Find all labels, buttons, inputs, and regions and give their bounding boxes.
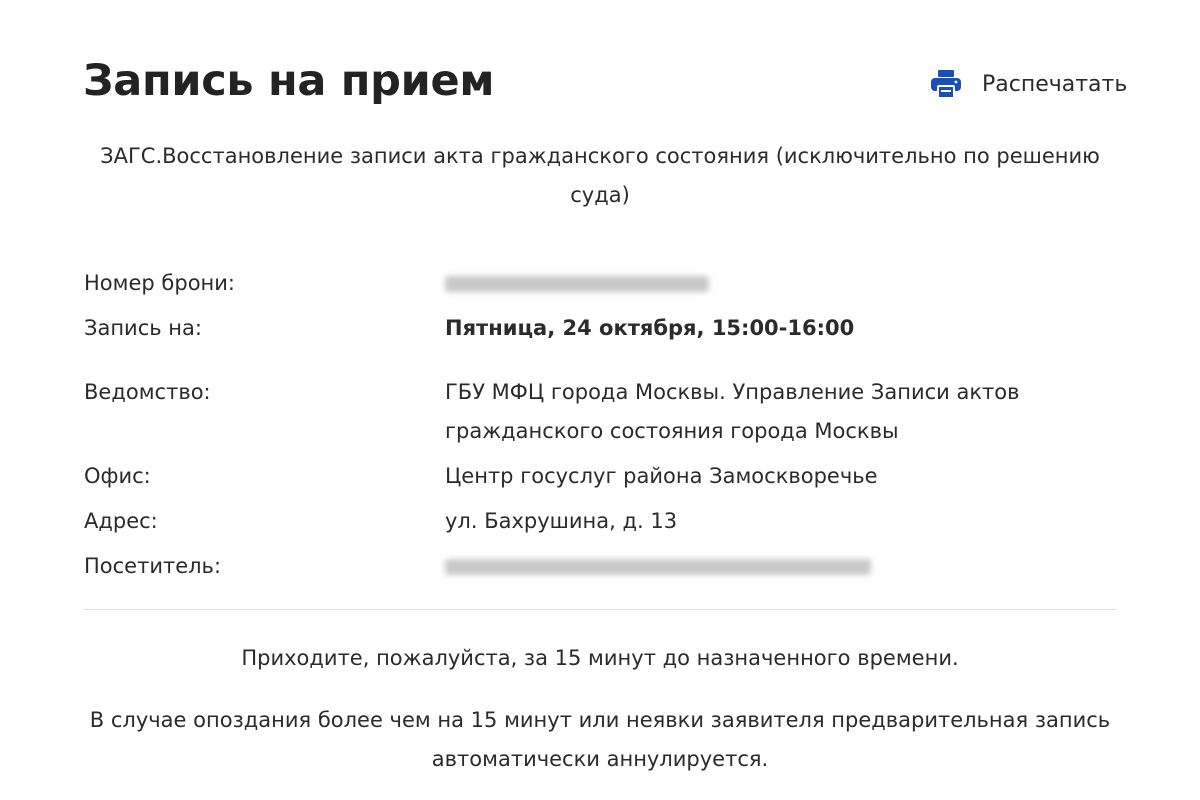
visitor-label: Посетитель:: [84, 554, 222, 578]
agency-label: Ведомство:: [84, 380, 211, 404]
arrive-early-note: Приходите, пожалуйста, за 15 минут до на…: [241, 646, 959, 670]
appointment-value: Пятница, 24 октября, 15:00-16:00: [445, 316, 855, 340]
address-label: Адрес:: [84, 509, 158, 533]
booking-number-label: Номер брони:: [84, 271, 235, 295]
late-policy-note: В случае опоздания более чем на 15 минут…: [89, 708, 1111, 771]
appointment-label: Запись на:: [84, 316, 202, 340]
visitor-redacted: [445, 559, 871, 575]
printer-icon: [930, 69, 962, 99]
service-title: ЗАГС.Восстановление записи акта гражданс…: [100, 144, 1100, 207]
agency-value: ГБУ МФЦ города Москвы. Управление Записи…: [445, 380, 1020, 443]
address-value: ул. Бахрушина, д. 13: [445, 509, 678, 533]
print-button-label: Распечатать: [982, 71, 1128, 97]
office-value: Центр госуслуг района Замоскворечье: [445, 464, 878, 488]
divider: [84, 609, 1116, 610]
booking-number-redacted: [445, 276, 709, 292]
office-label: Офис:: [84, 464, 151, 488]
page-title: Запись на прием: [83, 56, 495, 106]
print-button[interactable]: Распечатать: [930, 66, 1127, 102]
